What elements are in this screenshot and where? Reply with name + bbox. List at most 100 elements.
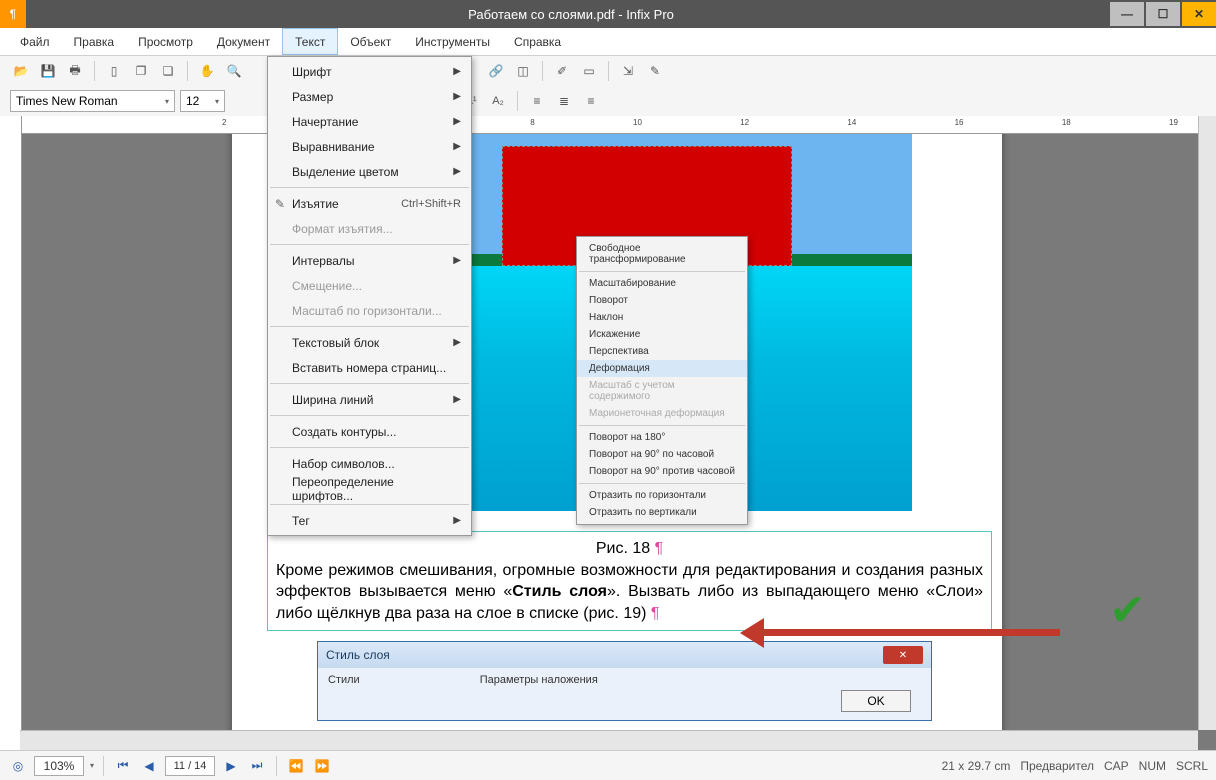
nested-title: Стиль слоя (326, 648, 390, 662)
dd-item[interactable]: Начертание▶ (268, 109, 471, 134)
save-icon[interactable]: 💾 (37, 60, 59, 82)
brush-icon[interactable]: ✎ (644, 60, 666, 82)
dd-item[interactable]: Шрифт▶ (268, 59, 471, 84)
maximize-button[interactable]: ☐ (1146, 2, 1180, 26)
paste-icon[interactable]: ❏ (157, 60, 179, 82)
dd-item[interactable]: Размер▶ (268, 84, 471, 109)
subscript-icon[interactable]: A₂ (487, 90, 509, 112)
menu-файл[interactable]: Файл (8, 28, 62, 55)
align-right-icon[interactable]: ≡ (580, 90, 602, 112)
print-icon[interactable]: 🖶 (64, 60, 86, 82)
zoom-value[interactable]: 103% (34, 756, 84, 776)
font-family-value: Times New Roman (16, 94, 118, 108)
submenu-item: Марионеточная деформация (577, 405, 747, 422)
toolbars: 📂 💾 🖶 ▯ ❐ ❏ ✋ 🔍 🔗 ◫ ✐ ▭ ⇲ ✎ Times New Ro… (0, 56, 1216, 117)
align-left-icon[interactable]: ≡ (526, 90, 548, 112)
submenu-item[interactable]: Отразить по горизонтали (577, 487, 747, 504)
nav-fwd-icon[interactable]: ⏩ (312, 756, 332, 776)
dd-item[interactable]: Интервалы▶ (268, 248, 471, 273)
menu-объект[interactable]: Объект (338, 28, 403, 55)
nested-right-label: Параметры наложения (480, 674, 598, 686)
figure-caption: Рис. 18 (596, 540, 650, 557)
vertical-ruler (0, 116, 22, 750)
submenu-item[interactable]: Наклон (577, 309, 747, 326)
next-page-icon[interactable]: ▶ (221, 756, 241, 776)
dd-item[interactable]: Выделение цветом▶ (268, 159, 471, 184)
submenu-item[interactable]: Поворот на 90° по часовой (577, 446, 747, 463)
cap-indicator: CAP (1104, 759, 1129, 773)
submenu-item: Масштаб с учетом содержимого (577, 377, 747, 405)
dd-item[interactable]: Выравнивание▶ (268, 134, 471, 159)
dd-item[interactable]: Создать контуры... (268, 419, 471, 444)
dropper-icon[interactable]: ✐ (551, 60, 573, 82)
dd-item: Формат изъятия... (268, 216, 471, 241)
pilcrow-icon: ¶ (651, 605, 660, 622)
scrl-indicator: SCRL (1176, 759, 1208, 773)
page-icon[interactable]: ▯ (103, 60, 125, 82)
open-icon[interactable]: 📂 (10, 60, 32, 82)
horizontal-ruler: 2468101214161819 (22, 116, 1198, 134)
statusbar: ◎ 103% ▾ ⏮ ◀ 11 / 14 ▶ ⏭ ⏪ ⏩ 21 x 29.7 c… (0, 750, 1216, 780)
arrow-overlay-icon (740, 618, 1060, 648)
font-family-combo[interactable]: Times New Roman▾ (10, 90, 175, 112)
submenu-item[interactable]: Свободное трансформирование (577, 240, 747, 268)
submenu-item[interactable]: Отразить по вертикали (577, 504, 747, 521)
close-button[interactable]: ✕ (1182, 2, 1216, 26)
transform-submenu[interactable]: Свободное трансформирование Масштабирован… (576, 236, 748, 525)
window-buttons: — ☐ ✕ (1108, 2, 1216, 26)
menu-справка[interactable]: Справка (502, 28, 573, 55)
dd-item[interactable]: Переопределение шрифтов... (268, 476, 471, 501)
menu-правка[interactable]: Правка (62, 28, 127, 55)
font-size-combo[interactable]: 12▾ (180, 90, 225, 112)
pilcrow-icon: ¶ (655, 540, 664, 557)
titlebar: ¶ Работаем со слоями.pdf - Infix Pro — ☐… (0, 0, 1216, 28)
nested-ok-button[interactable]: OK (841, 690, 911, 712)
submenu-item[interactable]: Деформация (577, 360, 747, 377)
preview-label: Предварител (1020, 759, 1094, 773)
submenu-item[interactable]: Поворот на 180° (577, 429, 747, 446)
select-icon[interactable]: ▭ (578, 60, 600, 82)
nested-close-icon[interactable]: ✕ (883, 646, 923, 664)
font-size-value: 12 (186, 94, 199, 108)
submenu-item[interactable]: Поворот на 90° против часовой (577, 463, 747, 480)
menubar: ФайлПравкаПросмотрДокументТекстОбъектИнс… (0, 28, 1216, 56)
minimize-button[interactable]: — (1110, 2, 1144, 26)
prev-page-icon[interactable]: ◀ (139, 756, 159, 776)
last-page-icon[interactable]: ⏭ (247, 756, 267, 776)
page-indicator[interactable]: 11 / 14 (165, 756, 215, 776)
align-center-icon[interactable]: ≣ (553, 90, 575, 112)
crop-icon[interactable]: ◫ (512, 60, 534, 82)
nested-dialog: Стиль слоя ✕ Стили Параметры наложения O… (317, 641, 932, 721)
dd-item[interactable]: Набор символов... (268, 451, 471, 476)
menu-документ[interactable]: Документ (205, 28, 282, 55)
text-frame[interactable]: Рис. 18 ¶ Кроме режимов смешивания, огро… (267, 531, 992, 631)
zoom-out-icon[interactable]: ◎ (8, 756, 28, 776)
menu-инструменты[interactable]: Инструменты (403, 28, 502, 55)
zoom-icon[interactable]: 🔍 (223, 60, 245, 82)
submenu-item[interactable]: Масштабирование (577, 275, 747, 292)
dd-item[interactable]: Вставить номера страниц... (268, 355, 471, 380)
page-dimensions: 21 x 29.7 cm (942, 759, 1011, 773)
body-text-bold: Стиль слоя (512, 583, 607, 600)
horizontal-scrollbar[interactable] (20, 730, 1198, 750)
link-icon[interactable]: 🔗 (485, 60, 507, 82)
copy-icon[interactable]: ❐ (130, 60, 152, 82)
drag-icon[interactable]: ⇲ (617, 60, 639, 82)
dd-item[interactable]: ✎ИзъятиеCtrl+Shift+R (268, 191, 471, 216)
submenu-item[interactable]: Перспектива (577, 343, 747, 360)
dd-item[interactable]: Текстовый блок▶ (268, 330, 471, 355)
first-page-icon[interactable]: ⏮ (113, 756, 133, 776)
dd-item: Масштаб по горизонтали... (268, 298, 471, 323)
dd-item[interactable]: Ширина линий▶ (268, 387, 471, 412)
nav-back-icon[interactable]: ⏪ (286, 756, 306, 776)
vertical-scrollbar[interactable] (1198, 116, 1216, 730)
hand-icon[interactable]: ✋ (196, 60, 218, 82)
menu-текст[interactable]: Текст (282, 28, 338, 55)
app-icon: ¶ (0, 0, 26, 28)
window-title: Работаем со слоями.pdf - Infix Pro (34, 7, 1108, 22)
text-menu-dropdown[interactable]: Шрифт▶Размер▶Начертание▶Выравнивание▶Выд… (267, 56, 472, 536)
menu-просмотр[interactable]: Просмотр (126, 28, 205, 55)
dd-item[interactable]: Тег▶ (268, 508, 471, 533)
submenu-item[interactable]: Поворот (577, 292, 747, 309)
submenu-item[interactable]: Искажение (577, 326, 747, 343)
